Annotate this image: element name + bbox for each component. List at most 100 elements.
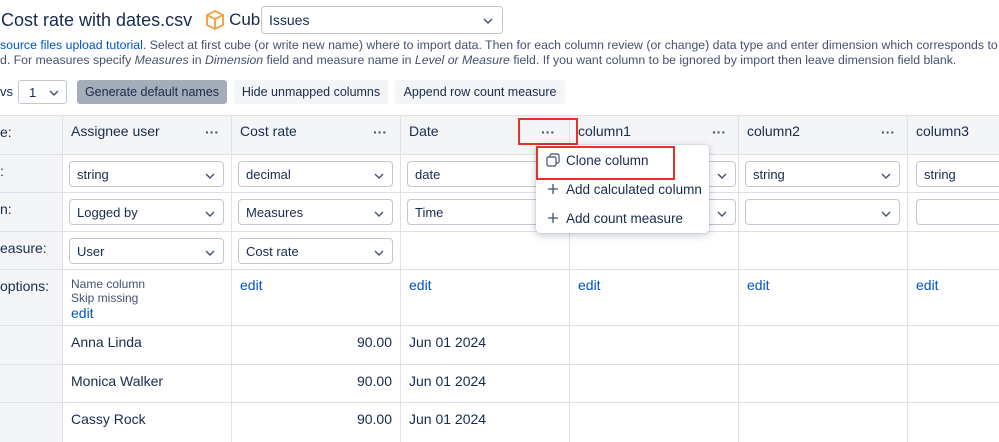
type-cell: decimal [231,155,400,192]
data-cell [569,365,738,402]
data-cell: Jun 01 2024 [400,326,569,364]
measure-cell: Cost rate [231,232,400,269]
chevron-down-icon [205,211,215,217]
data-cell: Jun 01 2024 [400,403,569,442]
data-cell: 90.00 [231,365,400,402]
type-select[interactable]: decimal [238,161,393,187]
measure-select[interactable]: User [69,238,224,264]
chevron-down-icon [483,18,493,24]
row-label-dimension: n: [0,193,62,231]
column-header: column3 [907,116,999,154]
data-cell [738,403,907,442]
description-line2c: field and measure name in [263,53,415,67]
column-name: column2 [747,123,800,139]
assignee-value: Cassy Rock [71,411,146,427]
dimension-select[interactable] [745,199,900,225]
options-cell: Name column Skip missing edit [62,270,231,325]
type-cell: string [907,155,999,192]
dimension-select[interactable] [916,199,999,225]
row-label-measure: easure: [0,232,62,269]
column-context-menu: Clone column Add calculated column Add c… [536,145,709,233]
type-value: decimal [246,166,291,182]
generate-default-names-button[interactable]: Generate default names [77,80,227,104]
type-value: date [415,166,441,182]
column-name: Date [409,123,439,139]
edit-link[interactable]: edit [747,277,770,293]
column-name: column3 [916,123,969,139]
menu-item-add-calculated-column[interactable]: Add calculated column [536,175,709,203]
date-value: Jun 01 2024 [409,334,487,350]
date-value: Jun 01 2024 [409,373,487,389]
chevron-down-icon [374,173,384,179]
chevron-down-icon [881,173,891,179]
cost-value: 90.00 [356,411,392,427]
edit-link[interactable]: edit [409,277,432,293]
options-text: Name column Skip missing edit [71,277,145,321]
column-name: Assignee user [71,123,160,139]
more-icon[interactable]: ··· [712,124,726,140]
dimension-select[interactable]: Logged by [69,199,224,225]
measure-cell: User [62,232,231,269]
type-cell: string [62,155,231,192]
edit-link[interactable]: edit [916,277,939,293]
cube-select[interactable]: Issues [261,6,503,34]
edit-link[interactable]: edit [240,277,263,293]
type-select[interactable]: string [69,161,224,187]
dimension-cell: Measures [231,193,400,231]
more-icon[interactable]: ··· [205,124,219,140]
header-row: e: Assignee user ··· Cost rate ··· Date … [0,115,999,154]
measure-select[interactable]: Cost rate [238,238,393,264]
tutorial-link[interactable]: source files upload tutorial [0,38,143,52]
column-header: Assignee user ··· [62,116,231,154]
hide-unmapped-columns-button[interactable]: Hide unmapped columns [234,80,388,104]
table-row: Anna Linda 90.00 Jun 01 2024 [0,325,999,364]
rows-label: vs [0,84,13,99]
row-label-empty [0,365,62,402]
menu-item-label: Add calculated column [566,181,702,197]
description-line2a: d. For measures specify [0,53,135,67]
menu-item-label: Clone column [566,152,649,168]
more-icon[interactable]: ··· [373,124,387,140]
assignee-value: Anna Linda [71,334,142,350]
row-label-empty [0,403,62,442]
data-cell: Monica Walker [62,365,231,402]
rows-select-value: 1 [29,84,37,100]
more-icon[interactable]: ··· [881,124,895,140]
menu-item-add-count-measure[interactable]: Add count measure [536,204,709,232]
type-value: string [77,166,109,182]
options-cell: edit [907,270,999,325]
data-cell [907,403,999,442]
clone-icon [546,153,560,167]
append-row-count-button[interactable]: Append row count measure [395,80,565,104]
cube-select-value: Issues [269,12,310,28]
dimension-value: Time [415,204,444,220]
row-label-type: : [0,155,62,192]
description-line2d: field. If you want column to be ignored … [509,53,957,67]
edit-link[interactable]: edit [71,305,145,321]
column-name: Cost rate [240,123,297,139]
edit-link[interactable]: edit [578,277,601,293]
assignee-value: Monica Walker [71,373,164,389]
chevron-down-icon [717,173,727,179]
more-icon[interactable]: ··· [541,124,555,140]
row-label-options: options: [0,270,62,325]
dimension-cell [907,193,999,231]
chevron-down-icon [205,173,215,179]
dimension-select[interactable]: Measures [238,199,393,225]
data-cell: 90.00 [231,403,400,442]
type-select[interactable]: string [745,161,900,187]
data-cell [569,326,738,364]
type-cell: string [738,155,907,192]
menu-item-label: Add count measure [566,210,684,226]
rows-select[interactable]: 1 [18,80,67,104]
data-cell: Anna Linda [62,326,231,364]
type-select[interactable]: string [916,161,999,187]
measure-cell [400,232,569,269]
measure-row: easure: User Cost rate [0,231,999,269]
chevron-down-icon [374,211,384,217]
menu-item-clone-column[interactable]: Clone column [536,146,709,174]
options-row: options: Name column Skip missing edit e… [0,269,999,325]
chevron-down-icon [881,211,891,217]
plus-icon [548,213,558,223]
dimension-value: Measures [246,204,304,220]
